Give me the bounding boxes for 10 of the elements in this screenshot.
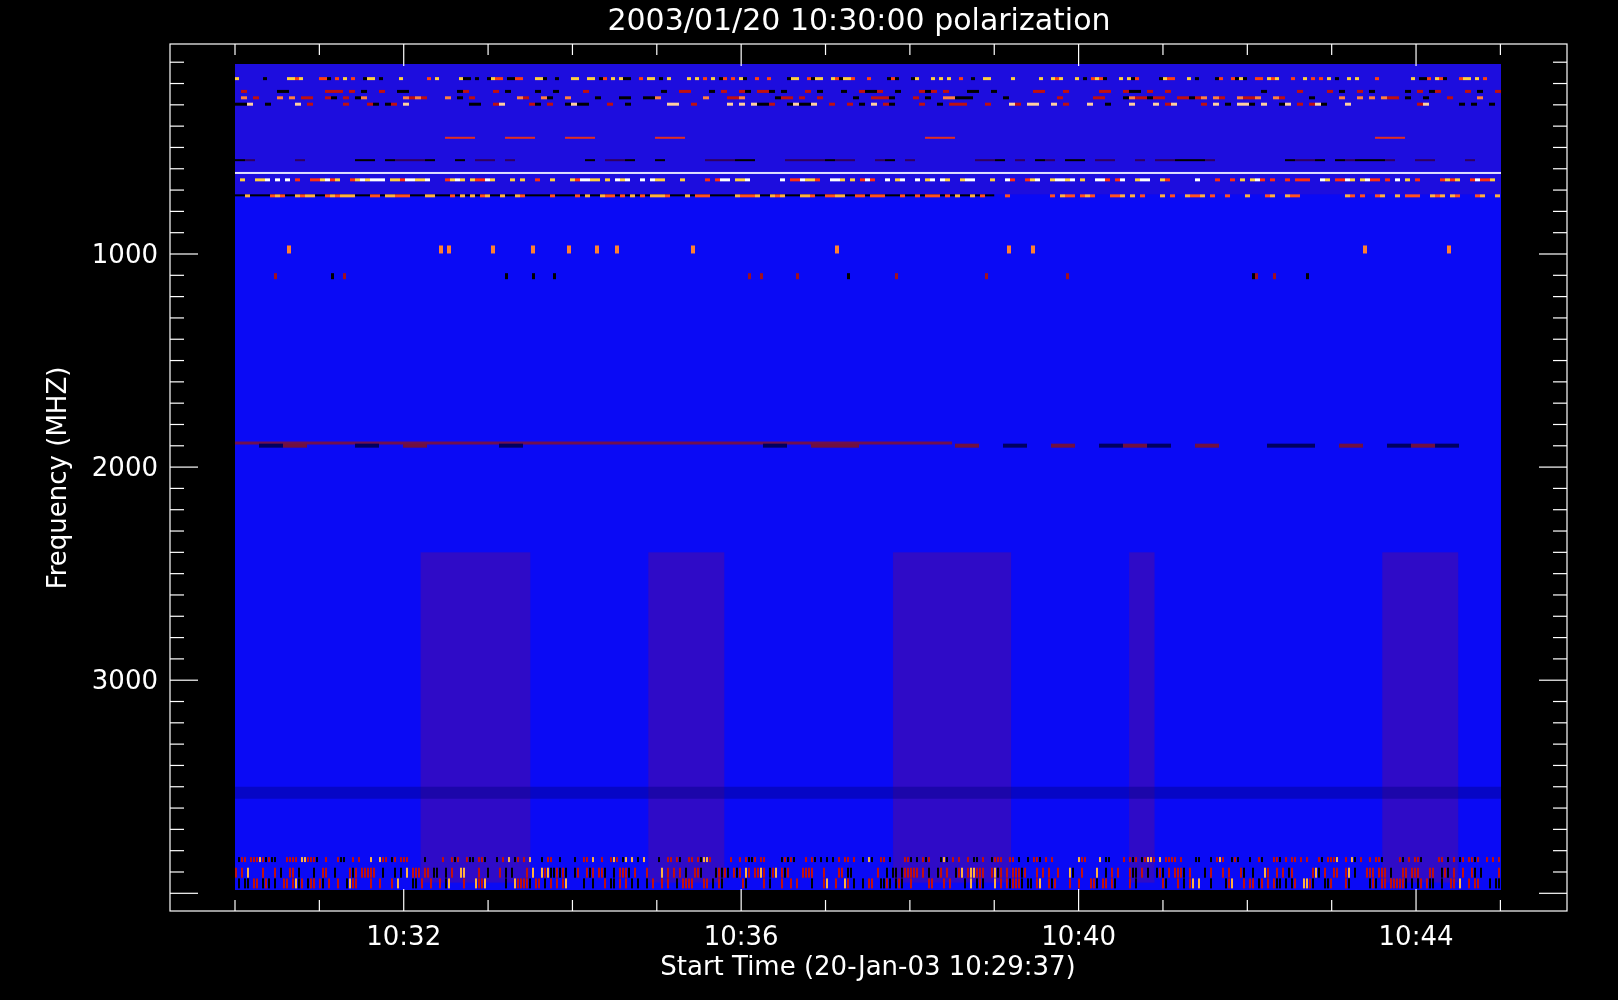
x-tick-label: 10:40 [1041,921,1117,951]
x-tick-label: 10:32 [366,921,442,951]
y-tick-label: 2000 [91,452,158,483]
x-axis-label: Start Time (20-Jan-03 10:29:37) [660,951,1076,981]
y-tick-label: 3000 [91,665,158,696]
y-axis-label: Frequency (MHZ) [42,366,72,590]
chart-title: 2003/01/20 10:30:00 polarization [606,1,1111,39]
x-tick-label: 10:36 [703,921,779,951]
y-tick-label: 1000 [91,239,158,269]
x-tick-label: 10:44 [1378,921,1454,951]
